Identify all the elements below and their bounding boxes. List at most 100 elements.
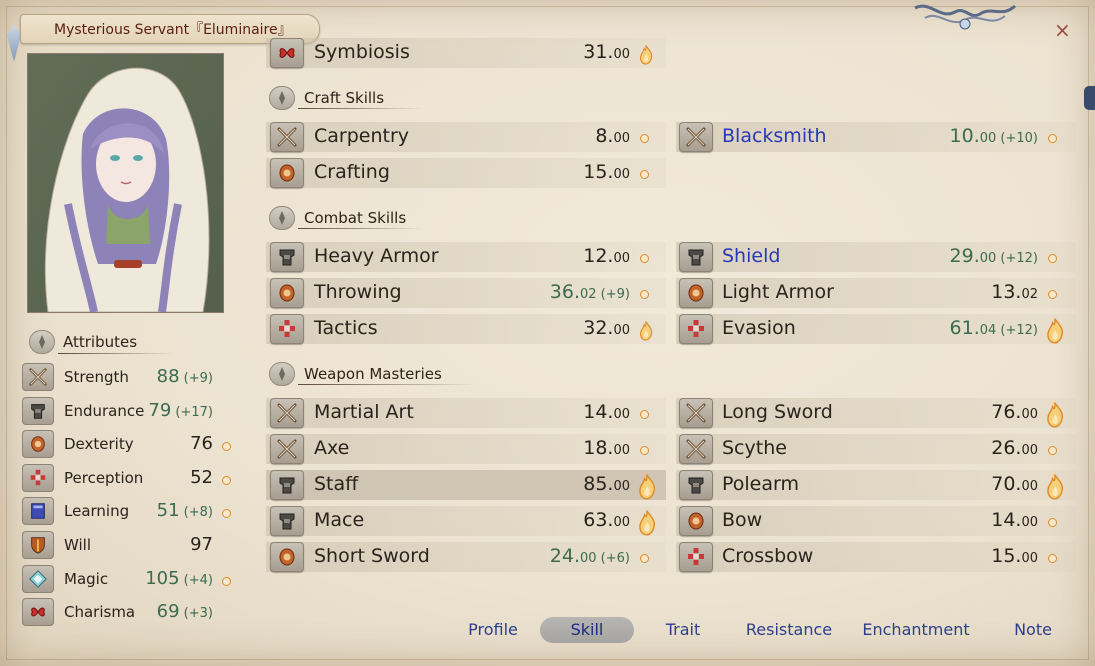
potential-flame-icon xyxy=(639,510,656,536)
skill-value: 70.00 xyxy=(991,473,1038,495)
attribute-icon-frame xyxy=(22,598,54,627)
skill-icon-frame xyxy=(270,38,304,68)
tab-profile[interactable]: Profile xyxy=(462,620,524,639)
skill-value: 32.00 xyxy=(583,317,630,339)
attribute-value-int: 97 xyxy=(190,534,213,555)
shield-crest-icon xyxy=(31,537,45,554)
attribute-value: 52 xyxy=(190,467,213,488)
potential-flame-icon xyxy=(639,45,653,65)
skill-value-int: 63. xyxy=(583,509,614,531)
window-title: Mysterious Servant『Eluminaire』 xyxy=(54,22,292,38)
skill-value-int: 29. xyxy=(949,245,980,267)
skill-icon-frame xyxy=(270,314,304,344)
attribute-bonus: (+9) xyxy=(179,371,213,386)
potential-dot-icon xyxy=(1048,446,1057,455)
skill-bonus: (+6) xyxy=(596,551,630,566)
section-marker-icon xyxy=(269,206,295,230)
armor-icon xyxy=(279,477,295,494)
skill-icon-frame xyxy=(679,242,713,272)
potential-dot-icon xyxy=(640,290,649,299)
skill-value-dec: 00 xyxy=(580,551,597,566)
potential-dot-icon xyxy=(1048,554,1057,563)
skill-icon-frame xyxy=(270,278,304,308)
tab-note[interactable]: Note xyxy=(1008,620,1058,639)
crest-ornament-icon xyxy=(914,4,1017,30)
skill-value: 15.00 xyxy=(991,545,1038,567)
potential-flame-icon xyxy=(1047,318,1064,344)
potential-dot-icon xyxy=(640,554,649,563)
tab-enchantment[interactable]: Enchantment xyxy=(860,620,972,639)
tab-resistance[interactable]: Resistance xyxy=(744,620,834,639)
skill-value-int: 18. xyxy=(583,437,614,459)
section-heading: Combat Skills xyxy=(304,209,407,227)
skill-icon-frame xyxy=(270,470,304,500)
scroll-handle[interactable] xyxy=(1084,86,1095,110)
section-heading: Weapon Masteries xyxy=(304,365,442,383)
potential-dot-icon xyxy=(222,475,231,485)
skill-value-int: 15. xyxy=(583,161,614,183)
armor-icon xyxy=(688,249,704,266)
skill-icon-frame xyxy=(679,542,713,572)
attribute-value-int: 52 xyxy=(190,466,213,488)
attribute-value: 69 (+3) xyxy=(157,601,213,622)
potential-dot-icon xyxy=(222,509,231,519)
dexterity-icon xyxy=(279,164,295,182)
potential-dot-icon xyxy=(640,254,649,263)
potential-dot-icon xyxy=(222,576,231,586)
dexterity-icon xyxy=(279,548,295,566)
skill-value-dec: 02 xyxy=(1021,287,1038,302)
book-icon xyxy=(31,503,45,520)
skill-value-int: 32. xyxy=(583,317,614,339)
magic-icon xyxy=(29,569,47,588)
attribute-value-int: 88 xyxy=(156,366,180,387)
skill-bonus: (+9) xyxy=(596,287,630,302)
perception-icon xyxy=(688,548,704,565)
skill-name: Long Sword xyxy=(722,401,833,423)
skill-value-int: 14. xyxy=(583,401,614,423)
perception-icon xyxy=(688,320,704,337)
tab-skill[interactable]: Skill xyxy=(540,617,634,643)
close-button[interactable]: × xyxy=(1054,18,1071,42)
attribute-value: 76 xyxy=(190,433,213,454)
skill-value-dec: 00 xyxy=(613,479,630,494)
tab-trait[interactable]: Trait xyxy=(656,620,710,639)
attribute-bonus: (+8) xyxy=(179,505,213,521)
section-heading: Craft Skills xyxy=(304,89,385,107)
skill-value: 13.02 xyxy=(991,281,1038,303)
attribute-value: 79 (+17) xyxy=(148,400,213,421)
skill-name: Tactics xyxy=(314,317,378,339)
skill-value-int: 12. xyxy=(583,245,614,267)
skill-value: 61.04 (+12) xyxy=(950,317,1038,339)
charisma-icon xyxy=(31,607,45,617)
skill-value: 63.00 xyxy=(583,509,630,531)
dexterity-icon xyxy=(688,512,704,530)
skill-bonus: (+12) xyxy=(996,251,1038,266)
skill-name: Heavy Armor xyxy=(314,245,439,267)
skill-value: 14.00 xyxy=(583,401,630,423)
heading-underline xyxy=(58,353,174,354)
dexterity-icon xyxy=(279,284,295,302)
skill-value-dec: 04 xyxy=(979,323,997,338)
attributes-heading: Attributes xyxy=(63,333,138,351)
heading-underline xyxy=(298,384,478,385)
swords-icon xyxy=(277,127,297,147)
skill-value-dec: 00 xyxy=(613,167,630,182)
potential-flame-icon xyxy=(1047,474,1064,500)
skill-value-int: 36. xyxy=(549,281,580,303)
skill-bonus: (+12) xyxy=(996,323,1038,338)
skill-name: Staff xyxy=(314,473,359,495)
charisma-icon xyxy=(279,48,295,58)
attribute-icon-frame xyxy=(22,463,54,492)
skill-value-dec: 00 xyxy=(1021,551,1038,566)
skill-value: 10.00 (+10) xyxy=(950,125,1038,147)
skill-value-dec: 00 xyxy=(613,47,630,62)
attribute-charisma-label: Charisma xyxy=(64,603,136,622)
potential-flame-icon xyxy=(639,474,656,500)
attribute-perception-label: Perception xyxy=(64,468,144,487)
skill-value: 14.00 xyxy=(991,509,1038,531)
skill-name: Evasion xyxy=(722,317,796,339)
skill-value-dec: 00 xyxy=(1021,515,1038,530)
skill-value: 8.00 xyxy=(595,125,630,147)
attribute-endurance-label: Endurance xyxy=(64,401,145,420)
attribute-strength-label: Strength xyxy=(64,368,129,386)
